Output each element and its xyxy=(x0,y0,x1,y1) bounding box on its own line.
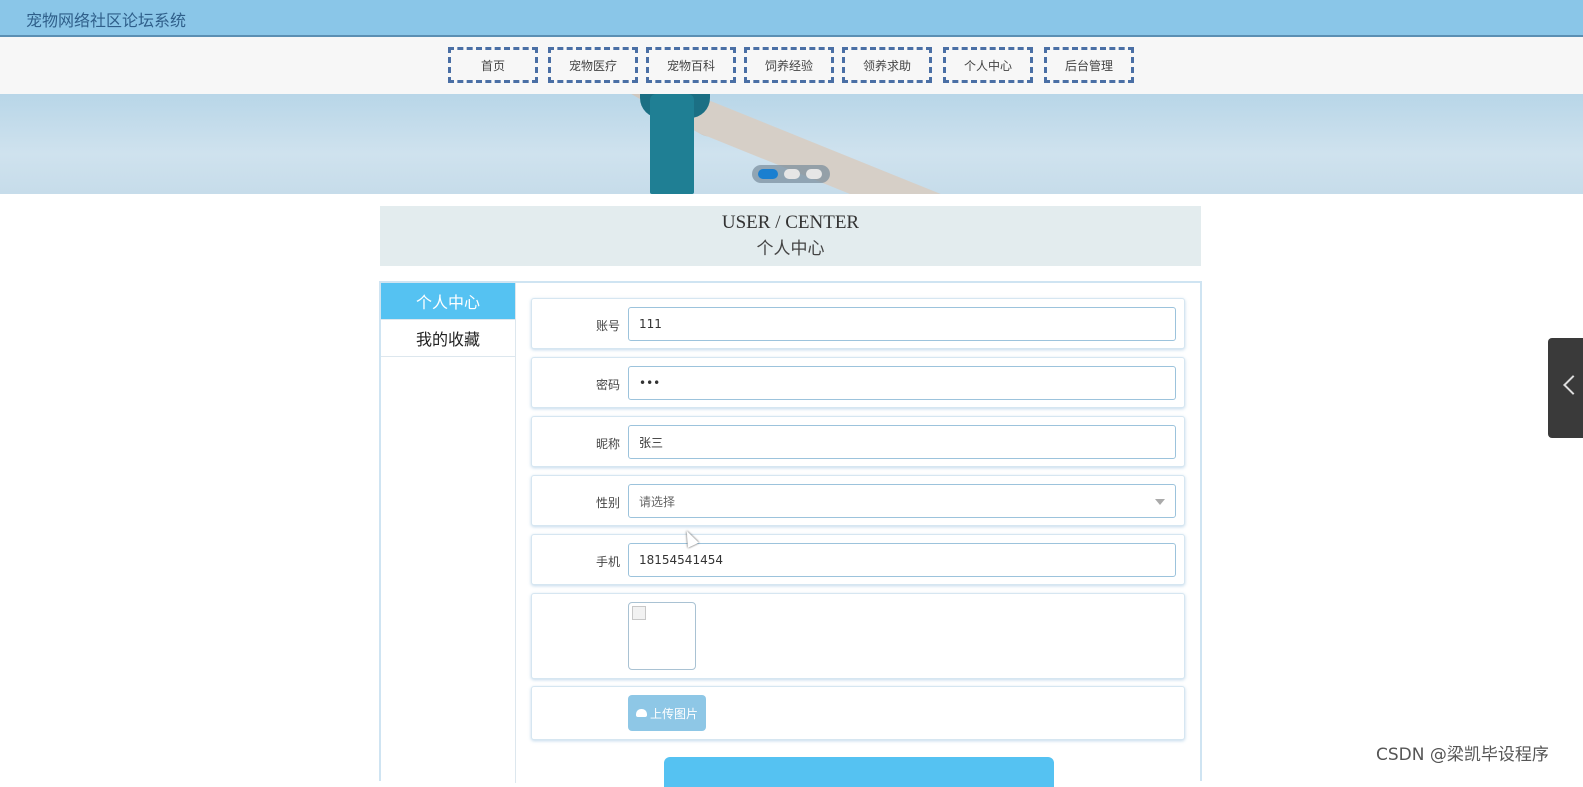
section-title-en: USER / CENTER xyxy=(721,212,860,233)
phone-label: 手机 xyxy=(595,555,620,569)
nickname-input[interactable]: 张三 xyxy=(628,425,1176,459)
watermark: CSDN @梁凯毕设程序 xyxy=(1376,745,1549,765)
gender-select-placeholder: 请选择 xyxy=(639,494,676,509)
top-bar: 宠物网络社区论坛系统 xyxy=(0,0,1583,37)
form-row-password: 密码 ••• xyxy=(531,357,1185,408)
carousel-dot-2[interactable] xyxy=(784,169,800,179)
form-row-phone: 手机 18154541454 xyxy=(531,534,1185,585)
upload-image-button[interactable]: 上传图片 xyxy=(628,695,706,731)
gender-label: 性别 xyxy=(595,496,620,510)
nav-item-adoption-help[interactable]: 领养求助 xyxy=(842,47,932,83)
carousel-indicators xyxy=(752,165,830,183)
banner-branch xyxy=(683,95,975,194)
carousel-dot-1[interactable] xyxy=(758,169,778,179)
nav-item-home[interactable]: 首页 xyxy=(448,47,538,83)
banner-carousel xyxy=(0,94,1583,194)
password-input[interactable]: ••• xyxy=(628,366,1176,400)
nav-item-user-center[interactable]: 个人中心 xyxy=(943,47,1033,83)
avatar-image[interactable] xyxy=(628,602,696,670)
side-drawer-toggle[interactable] xyxy=(1548,338,1583,438)
site-title: 宠物网络社区论坛系统 xyxy=(26,11,187,30)
section-title-cn: 个人中心 xyxy=(756,239,825,258)
sidebar-item-favorites[interactable]: 我的收藏 xyxy=(381,320,515,357)
account-label: 账号 xyxy=(595,319,620,333)
form-row-account: 账号 111 xyxy=(531,298,1185,349)
chevron-left-icon xyxy=(1563,375,1583,395)
form-row-avatar xyxy=(531,593,1185,679)
form-row-nickname: 昵称 张三 xyxy=(531,416,1185,467)
cloud-upload-icon xyxy=(635,709,647,717)
nickname-label: 昵称 xyxy=(595,437,620,451)
upload-image-label: 上传图片 xyxy=(649,706,698,721)
gender-select[interactable]: 请选择 xyxy=(628,484,1176,518)
submit-button[interactable] xyxy=(664,757,1054,787)
form-row-gender: 性别 请选择 xyxy=(531,475,1185,526)
nav-item-pet-encyclopedia[interactable]: 宠物百科 xyxy=(646,47,736,83)
section-header: USER / CENTER 个人中心 xyxy=(380,206,1201,266)
nav-item-pet-medical[interactable]: 宠物医疗 xyxy=(548,47,638,83)
phone-input[interactable]: 18154541454 xyxy=(628,543,1176,577)
form-row-upload: 上传图片 xyxy=(531,686,1185,740)
user-center-panel: 个人中心 我的收藏 账号 111 密码 ••• 昵称 张三 性别 请选择 手机 … xyxy=(379,281,1202,787)
banner-cloth xyxy=(650,94,694,194)
carousel-dot-3[interactable] xyxy=(806,169,822,179)
chevron-down-icon xyxy=(1155,499,1165,505)
main-nav: 首页 宠物医疗 宠物百科 饲养经验 领养求助 个人中心 后台管理 xyxy=(0,37,1583,94)
nav-item-admin[interactable]: 后台管理 xyxy=(1044,47,1134,83)
account-input[interactable]: 111 xyxy=(628,307,1176,341)
broken-image-icon xyxy=(632,606,646,620)
nav-item-raising-experience[interactable]: 饲养经验 xyxy=(744,47,834,83)
sidebar: 个人中心 我的收藏 xyxy=(381,283,516,783)
sidebar-item-user-center[interactable]: 个人中心 xyxy=(381,283,515,320)
password-label: 密码 xyxy=(595,378,620,392)
